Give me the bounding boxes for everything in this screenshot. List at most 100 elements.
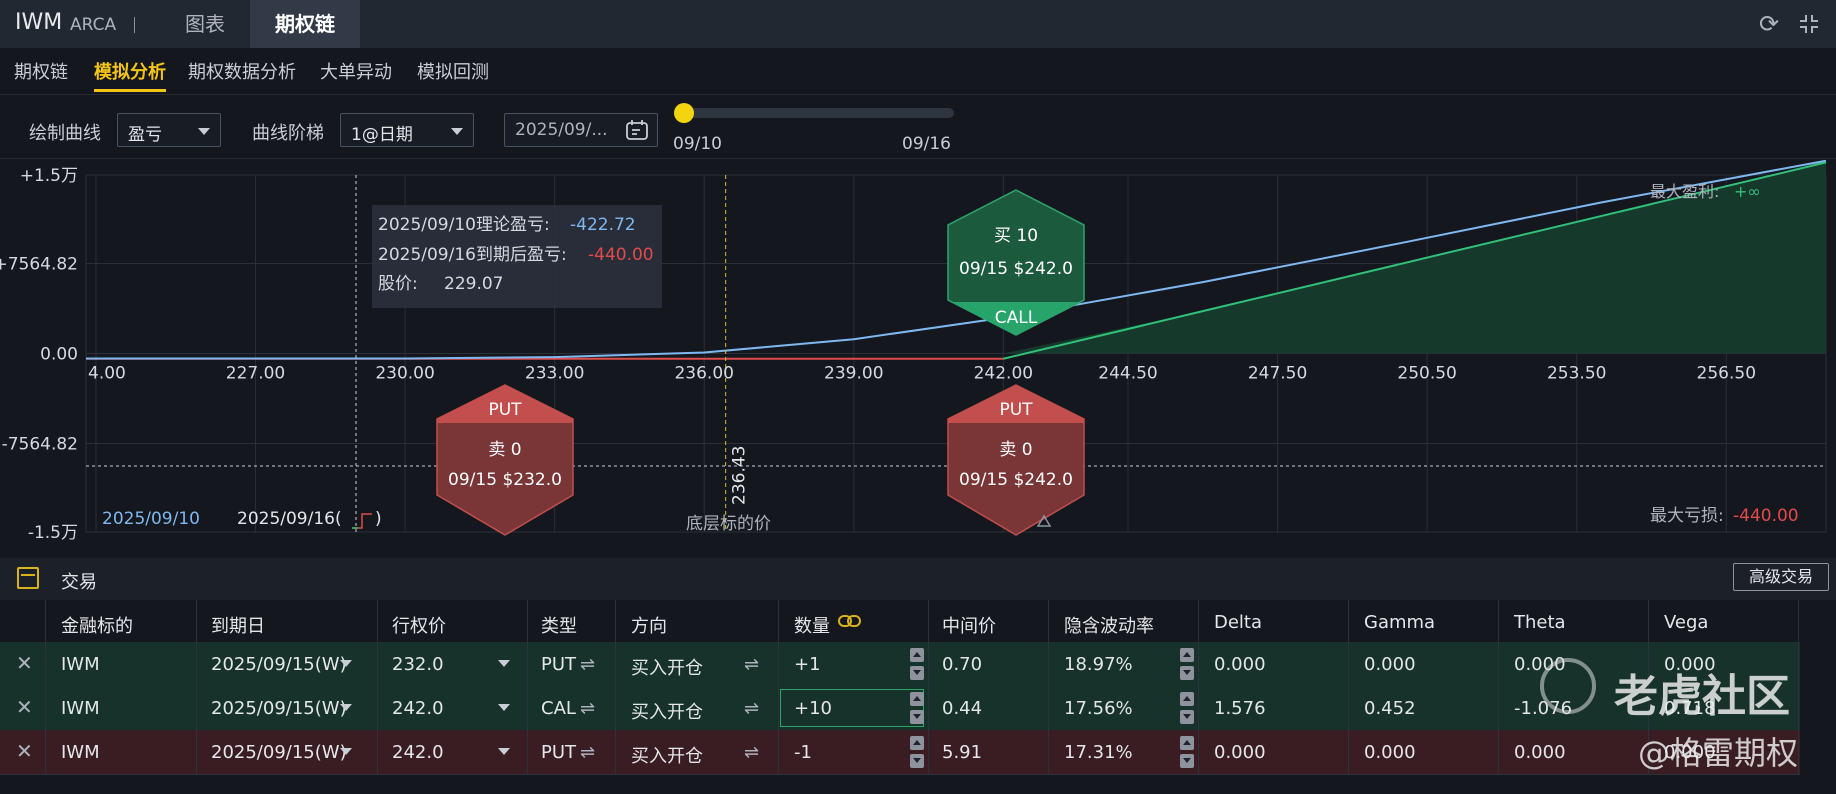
decrement-icon[interactable] [1180,754,1194,768]
x-tick-label: 250.50 [1397,364,1456,384]
column-header: Delta [1214,612,1263,633]
active-tab-indicator [94,89,166,92]
exchange-label: ARCA [70,15,117,35]
call-marker-242[interactable]: 买 10 09/15 $242.0 CALL [947,189,1085,342]
remove-row-icon[interactable]: ✕ [16,739,33,763]
strike-select[interactable]: 242.0 [392,698,444,719]
underlying-price-value: 236.43 [730,446,750,505]
quantity-input[interactable]: +10 [794,698,832,719]
swap-icon[interactable]: ⇌ [580,654,595,675]
put-marker-232[interactable]: PUT 卖 0 09/15 $232.0 [436,378,574,536]
legend-series-2: 2025/09/16( [237,509,342,529]
subtab-backtest[interactable]: 模拟回测 [417,58,489,84]
y-tick-label: +1.5万 [20,166,78,186]
quantity-input[interactable]: +1 [794,654,821,675]
marker-detail: 09/15 $232.0 [448,470,562,490]
chevron-down-icon[interactable] [340,704,352,711]
curve-select-value: 盈亏 [128,125,162,145]
marker-action: 买 10 [994,226,1038,246]
x-tick-label: 227.00 [226,364,285,384]
increment-icon[interactable] [910,736,924,750]
chevron-down-icon [451,128,463,135]
column-header: 金融标的 [61,616,133,637]
max-loss-value: -440.00 [1733,506,1799,526]
increment-icon[interactable] [910,692,924,706]
legend-close: ) [375,509,382,529]
decrement-icon[interactable] [910,666,924,680]
curve-select[interactable]: 盈亏 [117,113,221,147]
x-tick-label: 236.00 [674,364,733,384]
step-select-value: 1@日期 [351,125,413,145]
mid-price-cell: 0.44 [942,698,983,719]
refresh-icon[interactable]: ⟳ [1755,10,1783,38]
swap-icon[interactable]: ⇌ [580,698,595,719]
type-cell: CAL [541,698,576,719]
pnl-chart[interactable]: 4.00 227.00 230.00 233.00 236.00 239.00 242.00… [0,160,1836,550]
trade-title: 交易 [61,572,97,593]
swap-icon[interactable]: ⇌ [744,742,759,763]
iv-input[interactable]: 17.31% [1064,742,1133,763]
symbol-cell: IWM [61,698,100,719]
marker-type: PUT [999,400,1033,420]
iv-input[interactable]: 17.56% [1064,698,1133,719]
put-marker-242[interactable]: PUT 卖 0 09/15 $242.0 [947,378,1085,536]
strike-select[interactable]: 242.0 [392,742,444,763]
swap-icon[interactable]: ⇌ [580,742,595,763]
watermark-logo-icon [1540,658,1596,714]
y-tick-label: -7564.82 [2,435,78,455]
chevron-down-icon[interactable] [498,660,510,667]
increment-icon[interactable] [1180,648,1194,662]
subtab-option-data[interactable]: 期权数据分析 [188,58,296,84]
marker-type: PUT [488,400,522,420]
trade-icon [17,567,39,589]
marker-detail: 09/15 $242.0 [959,259,1073,279]
expiry-select[interactable]: 2025/09/15(W) [211,654,347,675]
decrement-icon[interactable] [910,710,924,724]
link-icon[interactable] [838,613,862,632]
mid-price-cell: 0.70 [942,654,983,675]
decrement-icon[interactable] [1180,666,1194,680]
expiry-select[interactable]: 2025/09/15(W) [211,742,347,763]
date-picker[interactable]: 2025/09/... [504,113,658,147]
decrement-icon[interactable] [1180,710,1194,724]
direction-cell: 买入开仓 [631,746,703,767]
swap-icon[interactable]: ⇌ [744,698,759,719]
chevron-down-icon[interactable] [498,704,510,711]
y-tick-label: 0.00 [40,345,78,365]
swap-icon[interactable]: ⇌ [744,654,759,675]
advanced-trade-button[interactable]: 高级交易 [1733,563,1829,591]
step-select[interactable]: 1@日期 [340,113,474,147]
y-tick-label: +7564.82 [0,254,78,274]
subtab-block-trades[interactable]: 大单异动 [320,58,392,84]
column-header: Vega [1664,612,1709,633]
date-picker-value: 2025/09/... [515,120,608,140]
subtab-simulation[interactable]: 模拟分析 [94,58,166,84]
decrement-icon[interactable] [910,754,924,768]
table-header: 金融标的 到期日 行权价 类型 方向 数量 中间价 隐含波动率 Delta Ga… [0,600,1800,643]
chevron-down-icon[interactable] [340,660,352,667]
tab-option-chain[interactable]: 期权链 [250,0,360,48]
expiry-select[interactable]: 2025/09/15(W) [211,698,347,719]
date-slider-handle[interactable] [674,103,694,123]
tooltip-value: -422.72 [570,215,636,235]
tab-chart[interactable]: 图表 [160,0,250,48]
quantity-input[interactable]: -1 [794,742,812,763]
subtab-option-chain[interactable]: 期权链 [14,58,68,84]
increment-icon[interactable] [1180,736,1194,750]
increment-icon[interactable] [1180,692,1194,706]
remove-row-icon[interactable]: ✕ [16,651,33,675]
strike-select[interactable]: 232.0 [392,654,444,675]
remove-row-icon[interactable]: ✕ [16,695,33,719]
column-header: 到期日 [211,616,265,637]
iv-input[interactable]: 18.97% [1064,654,1133,675]
chevron-down-icon[interactable] [498,748,510,755]
chevron-down-icon[interactable] [340,748,352,755]
collapse-icon[interactable] [1795,10,1823,38]
column-header: 行权价 [392,616,446,637]
delta-cell: 0.000 [1214,742,1266,763]
date-slider-track[interactable] [682,108,954,118]
y-axis: +1.5万 +7564.82 0.00 -7564.82 -1.5万 [0,166,78,543]
increment-icon[interactable] [910,648,924,662]
curve-label: 绘制曲线 [29,123,101,144]
theta-cell: 0.000 [1514,742,1566,763]
